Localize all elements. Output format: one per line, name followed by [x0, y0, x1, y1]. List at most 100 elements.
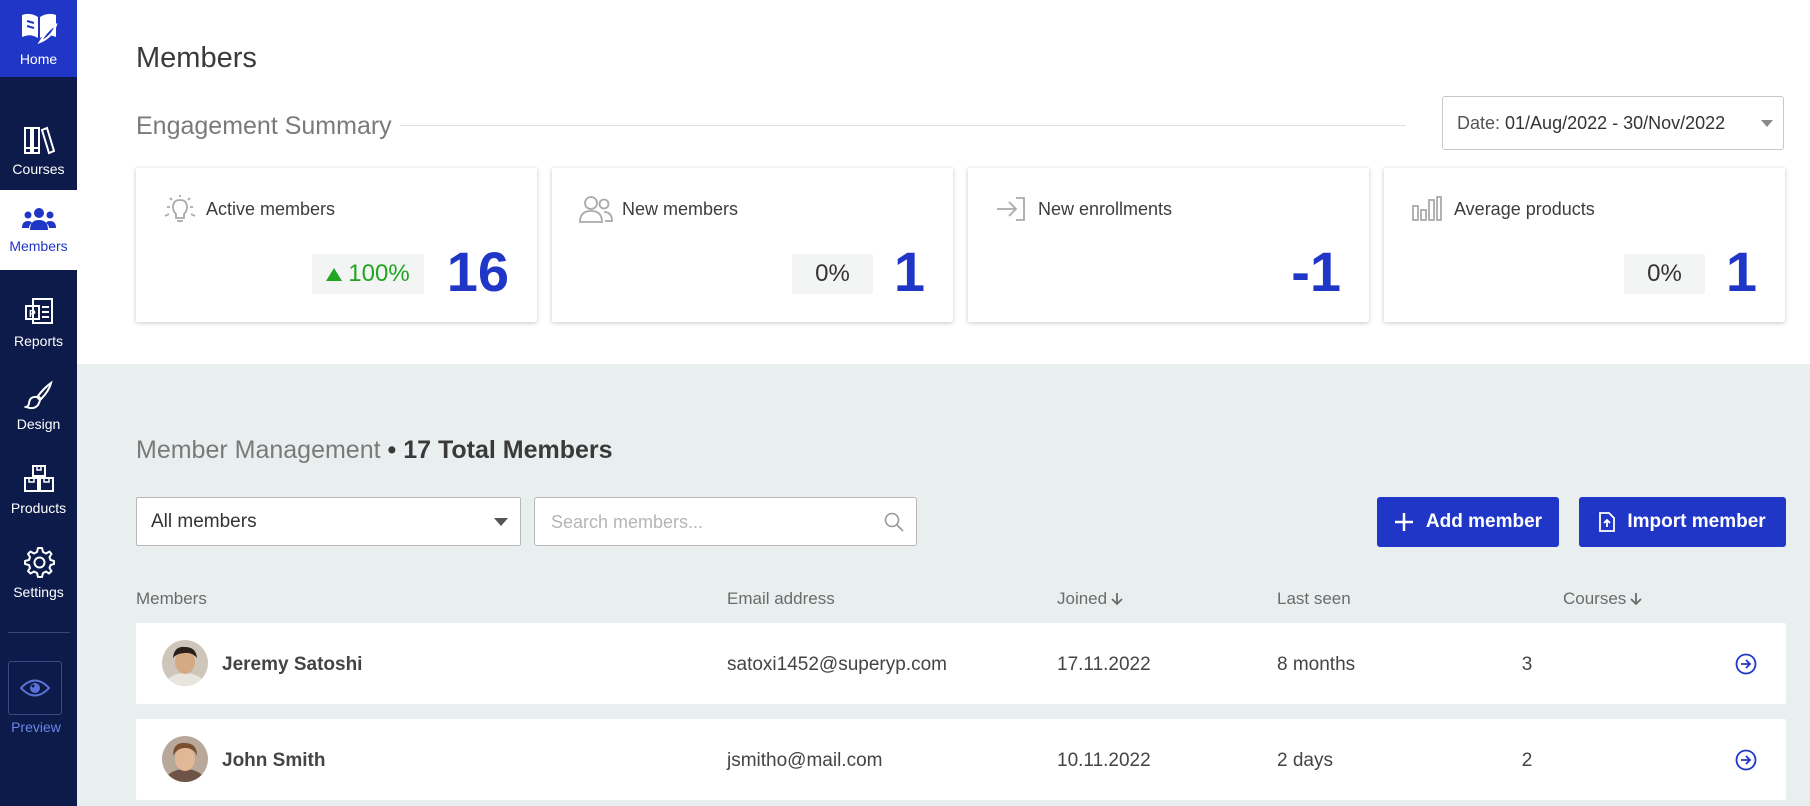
- member-last-seen: 2 days: [1277, 750, 1333, 771]
- book-logo-icon: [21, 13, 58, 44]
- report-icon: P: [24, 298, 53, 324]
- books-icon: [23, 126, 55, 155]
- column-header-joined[interactable]: Joined: [1057, 589, 1123, 609]
- section-divider: [400, 125, 1406, 126]
- gear-icon: [23, 547, 55, 578]
- sidebar-item-label: Members: [9, 238, 68, 254]
- date-range-value: 01/Aug/2022 - 30/Nov/2022: [1505, 112, 1726, 133]
- card-title: New members: [622, 199, 739, 219]
- card-value: 1: [1725, 240, 1757, 303]
- member-courses: 3: [1521, 654, 1533, 675]
- file-import-icon: [1599, 512, 1616, 532]
- sidebar-item-design[interactable]: Design: [0, 366, 77, 446]
- sort-down-icon: [1630, 593, 1642, 606]
- sidebar-item-reports[interactable]: P Reports: [0, 283, 77, 363]
- engagement-section: Members Engagement Summary Date: 01/Aug/…: [77, 0, 1810, 364]
- stat-card-average-products: Average products 0% 1: [1384, 168, 1785, 322]
- trend-badge: 100%: [312, 254, 424, 294]
- card-value: 16: [446, 240, 509, 303]
- table-row[interactable]: John Smith jsmitho@mail.com 10.11.2022 2…: [136, 719, 1786, 800]
- member-email: jsmitho@mail.com: [727, 750, 883, 771]
- member-last-seen: 8 months: [1277, 654, 1356, 675]
- trend-badge: 0%: [792, 254, 873, 294]
- stat-card-new-members: New members 0% 1: [552, 168, 953, 322]
- sidebar-item-label: Courses: [12, 161, 65, 177]
- stat-card-active-members: Active members 100% 16: [136, 168, 537, 322]
- caret-down-icon: [494, 518, 508, 526]
- column-header-last-seen: Last seen: [1277, 589, 1351, 609]
- main-content: Members Engagement Summary Date: 01/Aug/…: [77, 0, 1810, 806]
- member-filter-value: All members: [151, 510, 257, 532]
- column-header-label: Members: [136, 589, 207, 608]
- sidebar-divider: [8, 632, 70, 633]
- member-filter-select[interactable]: All members: [136, 497, 521, 546]
- import-member-label: Import member: [1627, 511, 1766, 532]
- brush-icon: [23, 380, 53, 410]
- preview-label: Preview: [11, 719, 61, 735]
- member-courses: 2: [1521, 750, 1533, 771]
- trend-percent: 0%: [1647, 260, 1682, 287]
- trend-percent: 100%: [348, 260, 410, 287]
- avatar: [162, 736, 208, 782]
- boxes-icon: [23, 465, 54, 492]
- search-icon: [884, 512, 904, 532]
- sidebar-item-label: Reports: [13, 333, 64, 349]
- card-value: -1: [1291, 240, 1341, 303]
- page-title: Members: [136, 42, 257, 74]
- sidebar-home-label: Home: [19, 50, 58, 67]
- member-name: Jeremy Satoshi: [222, 654, 363, 675]
- add-member-button[interactable]: Add member: [1377, 497, 1559, 547]
- sidebar-item-members[interactable]: Members: [0, 190, 77, 270]
- import-member-button[interactable]: Import member: [1579, 497, 1786, 547]
- card-title: New enrollments: [1038, 199, 1173, 219]
- caret-down-icon: [1761, 120, 1773, 127]
- avatar: [162, 640, 208, 686]
- column-header-email: Email address: [727, 589, 835, 609]
- lightbulb-icon: [164, 195, 196, 222]
- engagement-summary-title: Engagement Summary: [136, 112, 392, 140]
- users-outline-icon: [579, 196, 613, 223]
- eye-icon: [19, 679, 51, 697]
- member-management-label: Member Management: [136, 436, 381, 464]
- sidebar-item-courses[interactable]: Courses: [0, 111, 77, 191]
- column-header-label: Courses: [1563, 589, 1627, 608]
- svg-text:P: P: [29, 309, 36, 320]
- total-members-count: • 17 Total Members: [387, 436, 613, 464]
- member-joined: 17.11.2022: [1057, 654, 1151, 675]
- column-header-label: Last seen: [1277, 589, 1351, 608]
- table-row[interactable]: Jeremy Satoshi satoxi1452@superyp.com 17…: [136, 623, 1786, 704]
- sidebar: Home Courses Members P Reports Design Pr…: [0, 0, 77, 806]
- add-member-label: Add member: [1425, 511, 1543, 532]
- column-header-label: Joined: [1057, 589, 1108, 608]
- trend-up-icon: [326, 267, 343, 281]
- search-input[interactable]: [549, 498, 873, 547]
- column-header-members: Members: [136, 589, 207, 609]
- enter-arrow-icon: [997, 197, 1025, 221]
- sidebar-item-label: Design: [16, 416, 61, 432]
- plus-icon: [1394, 513, 1413, 531]
- users-icon: [21, 208, 56, 230]
- arrow-right-circle-icon[interactable]: [1735, 749, 1757, 771]
- member-name: John Smith: [222, 750, 326, 771]
- stat-card-new-enrollments: New enrollments -1: [968, 168, 1369, 322]
- column-header-label: Email address: [727, 589, 835, 608]
- trend-badge: 0%: [1624, 254, 1705, 294]
- member-email: satoxi1452@superyp.com: [727, 654, 947, 675]
- member-management-title: Member Management • 17 Total Members: [136, 436, 613, 465]
- sidebar-item-settings[interactable]: Settings: [0, 533, 77, 613]
- sidebar-home[interactable]: Home: [0, 0, 77, 77]
- sidebar-item-products[interactable]: Products: [0, 450, 77, 530]
- arrow-right-circle-icon[interactable]: [1735, 653, 1757, 675]
- sort-down-icon: [1111, 593, 1123, 606]
- member-search-box: [534, 497, 917, 547]
- date-range-picker[interactable]: Date: 01/Aug/2022 - 30/Nov/2022: [1442, 96, 1784, 150]
- card-title: Active members: [206, 199, 336, 219]
- sidebar-item-label: Settings: [13, 584, 64, 600]
- date-prefix: Date:: [1457, 112, 1501, 133]
- bar-chart-icon: [1412, 196, 1442, 221]
- card-title: Average products: [1454, 199, 1595, 219]
- member-joined: 10.11.2022: [1057, 750, 1151, 771]
- preview-button[interactable]: [8, 661, 62, 715]
- trend-percent: 0%: [815, 260, 850, 287]
- column-header-courses[interactable]: Courses: [1563, 589, 1642, 609]
